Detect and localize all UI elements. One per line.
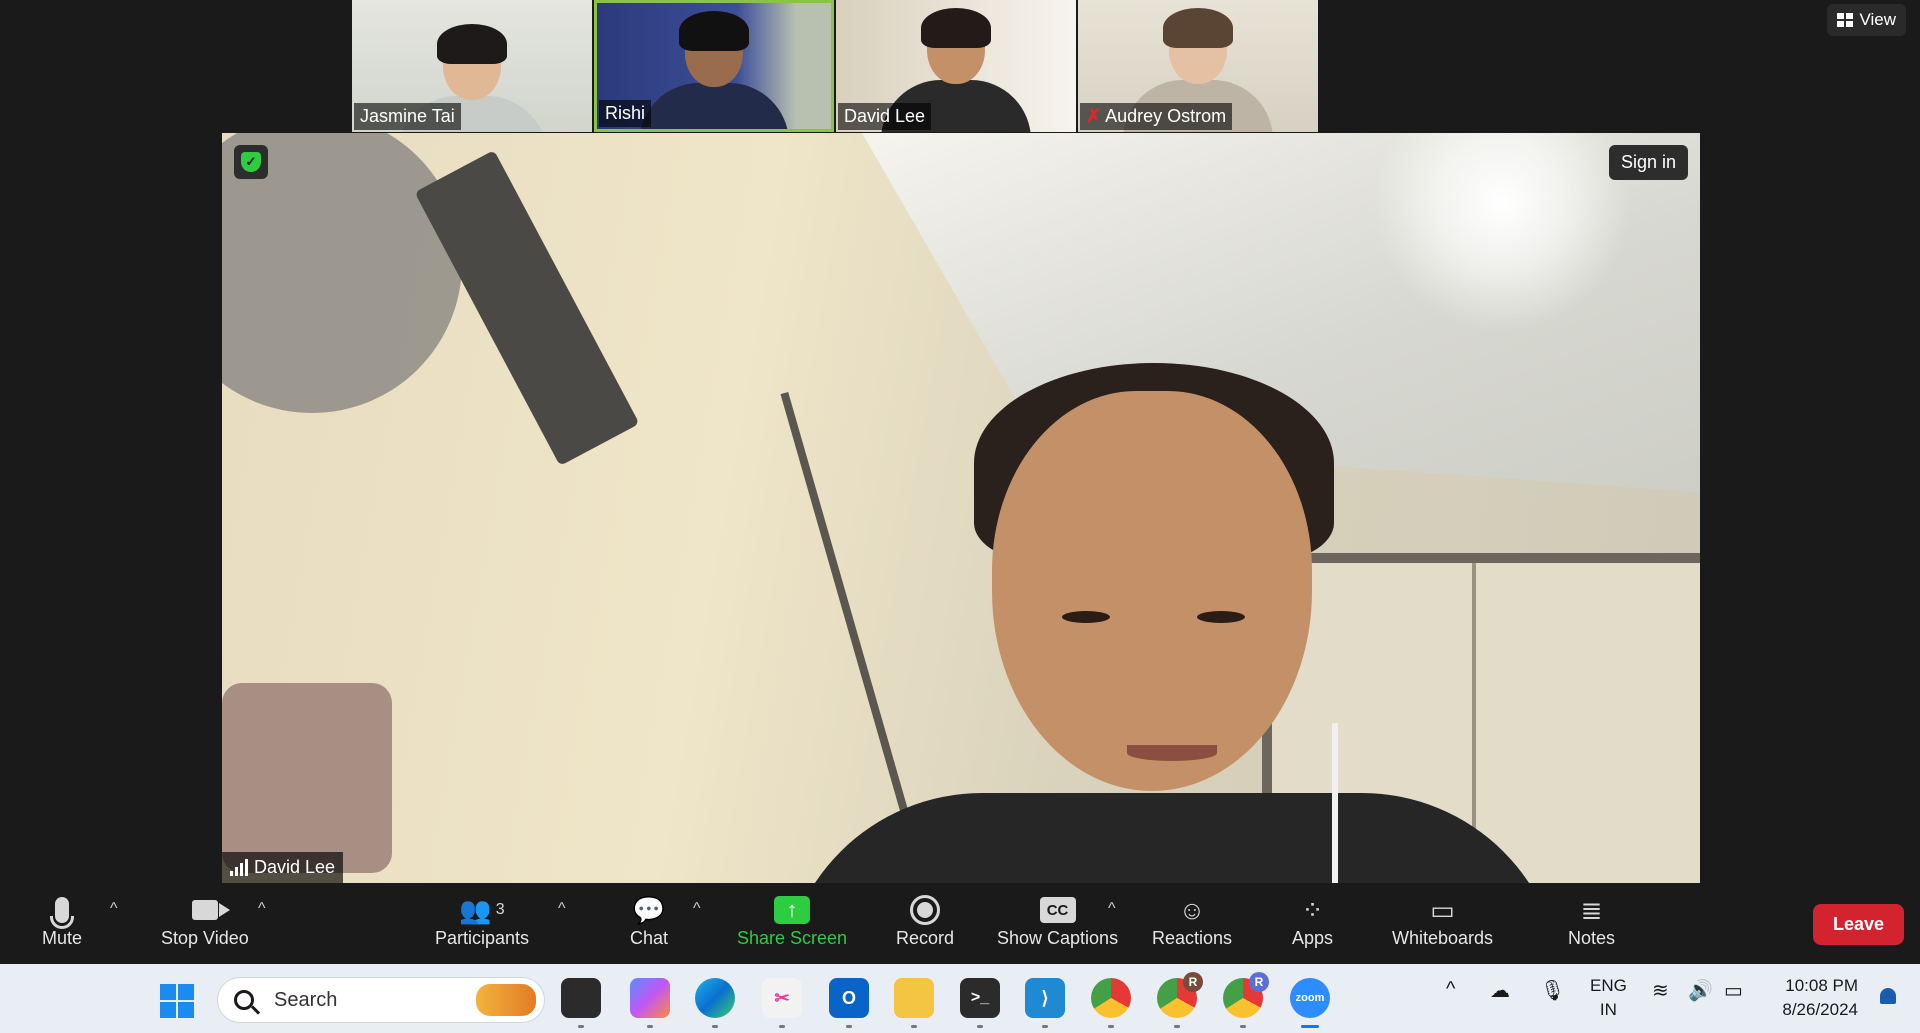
view-button[interactable]: View [1827, 4, 1906, 36]
participant-tile-jasmine[interactable]: Jasmine Tai [352, 0, 592, 132]
chat-button[interactable]: 💬 Chat [630, 892, 668, 949]
copilot-icon[interactable] [630, 978, 670, 1028]
windows-start-icon[interactable] [160, 984, 194, 1018]
participant-name: Rishi [599, 100, 652, 127]
participants-count: 3 [495, 901, 505, 918]
participant-tile-audrey[interactable]: ✗ Audrey Ostrom [1078, 0, 1318, 132]
leave-button[interactable]: Leave [1812, 904, 1904, 945]
participant-name: Jasmine Tai [354, 103, 461, 130]
chat-options-caret[interactable]: ^ [693, 900, 701, 918]
record-button[interactable]: Record [896, 892, 954, 949]
microphone-tray-icon[interactable]: 🎙 [1540, 978, 1565, 1003]
share-screen-arrow-icon: ↑ [774, 896, 811, 924]
record-icon [910, 895, 941, 925]
whiteboards-button[interactable]: ▭ Whiteboards [1392, 892, 1493, 949]
active-speaker-video: ✓ Sign in David Lee [222, 133, 1700, 883]
search-icon [234, 990, 254, 1010]
show-hidden-icons-chevron[interactable]: ^ [1446, 978, 1455, 1001]
stop-video-button[interactable]: Stop Video [161, 892, 249, 949]
speaker-name-label: David Lee [222, 852, 344, 883]
video-options-caret[interactable]: ^ [258, 900, 266, 918]
participant-video [639, 11, 789, 129]
system-clock[interactable]: 10:08 PM 8/26/2024 [1782, 974, 1858, 1022]
smiley-plus-icon: ☺ [1178, 894, 1206, 925]
mic-muted-icon: ✗ [1086, 106, 1102, 126]
whiteboard-icon: ▭ [1430, 894, 1455, 925]
show-captions-button[interactable]: CC Show Captions [997, 892, 1118, 949]
participants-button[interactable]: 👥 3 Participants [435, 892, 529, 949]
windows-taskbar: Search ✂ O >_ ⟩ R R zoom ^ ☁ 🎙 ENG IN ≋ … [0, 964, 1920, 1033]
volume-icon[interactable]: 🔊 [1688, 978, 1713, 1003]
chat-bubble-icon: 💬 [632, 894, 666, 925]
task-view-icon[interactable] [561, 978, 601, 1028]
camera-icon [191, 900, 230, 920]
chrome-profile-icon[interactable] [1091, 978, 1131, 1028]
notification-bell-icon[interactable] [1880, 988, 1896, 1004]
closed-captions-icon: CC [1039, 897, 1076, 923]
captions-options-caret[interactable]: ^ [1108, 900, 1116, 918]
participant-filmstrip: Jasmine Tai Rishi David Lee ✗ Audrey Ost… [352, 0, 1318, 132]
participant-name: ✗ Audrey Ostrom [1080, 103, 1233, 130]
wifi-icon[interactable]: ≋ [1652, 978, 1669, 1003]
snipping-tool-icon[interactable]: ✂ [762, 978, 802, 1028]
participants-options-caret[interactable]: ^ [558, 900, 566, 918]
search-highlight-illustration [476, 984, 536, 1016]
onedrive-cloud-icon[interactable]: ☁ [1490, 978, 1510, 1003]
grid-view-icon [1837, 13, 1854, 27]
chrome-profile-icon[interactable]: R [1223, 972, 1269, 1028]
apps-button[interactable]: ⁘ Apps [1292, 892, 1333, 949]
file-explorer-icon[interactable] [894, 978, 934, 1028]
participant-tile-rishi[interactable]: Rishi [594, 0, 834, 132]
apps-grid-icon: ⁘ [1301, 894, 1324, 925]
terminal-icon[interactable]: >_ [960, 978, 1000, 1028]
share-screen-button[interactable]: ↑ Share Screen [737, 892, 847, 949]
notes-icon: ≣ [1580, 894, 1603, 925]
notes-button[interactable]: ≣ Notes [1568, 892, 1615, 949]
language-indicator[interactable]: ENG IN [1590, 974, 1627, 1022]
participant-tile-david[interactable]: David Lee [836, 0, 1076, 132]
chrome-profile-icon[interactable]: R [1157, 972, 1203, 1028]
vscode-icon[interactable]: ⟩ [1025, 978, 1065, 1028]
taskbar-search-box[interactable]: Search [218, 978, 544, 1022]
participant-name: David Lee [838, 103, 932, 130]
zoom-app-icon[interactable]: zoom [1290, 978, 1330, 1028]
participants-icon: 👥 [459, 894, 492, 925]
mute-button[interactable]: Mute [42, 892, 82, 949]
sign-in-button[interactable]: Sign in [1608, 145, 1688, 180]
battery-icon[interactable]: ▭ [1724, 978, 1743, 1003]
edge-browser-icon[interactable] [695, 978, 735, 1028]
reactions-button[interactable]: ☺ Reactions [1152, 892, 1232, 949]
meeting-toolbar: Mute ^ Stop Video ^ 👥 3 Participants ^ 💬… [0, 884, 1920, 964]
audio-options-caret[interactable]: ^ [110, 900, 118, 918]
signal-strength-icon [230, 859, 248, 876]
encryption-shield-icon[interactable]: ✓ [234, 145, 268, 179]
microphone-icon [50, 897, 75, 929]
outlook-icon[interactable]: O [829, 978, 869, 1028]
